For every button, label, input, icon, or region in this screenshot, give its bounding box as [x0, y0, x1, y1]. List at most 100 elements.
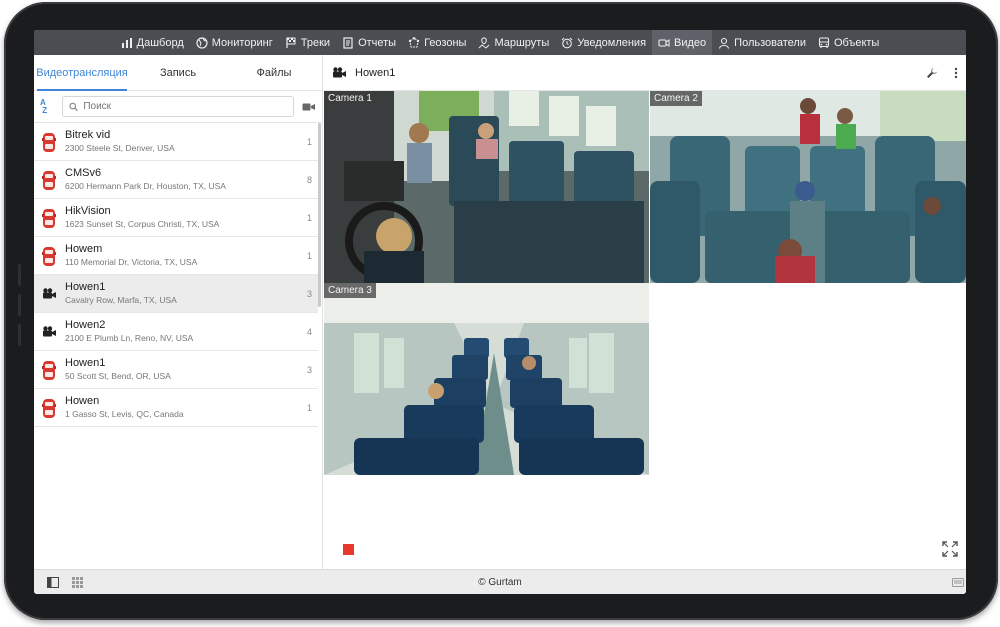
nav-label: Уведомления: [577, 36, 647, 49]
video-icon: [658, 38, 670, 47]
wrench-icon[interactable]: [926, 67, 938, 79]
nav-label: Маршруты: [494, 36, 550, 49]
unit-text: HikVision 1623 Sunset St, Corpus Christi,…: [65, 205, 307, 230]
unit-name: Bitrek vid: [65, 129, 111, 141]
video-camera-icon: [40, 282, 58, 306]
camera-2-label: Camera 2: [650, 91, 702, 106]
unit-camera-count: 4: [306, 326, 312, 337]
record-button[interactable]: [343, 544, 354, 555]
nav-dashboard[interactable]: Дашборд: [115, 30, 190, 55]
nav-label: Видео: [674, 36, 707, 49]
unit-text: Howem 110 Memorial Dr, Victoria, TX, USA: [65, 243, 307, 268]
unit-text: Howen2 2100 E Plumb Ln, Reno, NV, USA: [65, 319, 307, 344]
unit-address: 1623 Sunset St, Corpus Christi, TX, USA: [65, 219, 220, 229]
unit-row[interactable]: Howen2 2100 E Plumb Ln, Reno, NV, USA 4: [34, 313, 318, 351]
unit-text: Howen1 Cavalry Row, Marfa, TX, USA: [65, 281, 307, 306]
nav-label: Дашборд: [136, 36, 184, 49]
document-icon: [343, 36, 353, 49]
camera-3-feed[interactable]: Camera 3: [324, 283, 649, 475]
bus-icon: [818, 36, 830, 48]
selected-unit-title: Howen1: [355, 66, 396, 79]
keyboard-icon[interactable]: [952, 577, 964, 588]
app-screen: Дашборд Мониторинг Треки Отчеты Геозоны …: [34, 30, 966, 594]
flag-icon: [286, 37, 296, 48]
search-box[interactable]: [62, 96, 294, 117]
unit-name: Howen: [65, 395, 100, 407]
unit-row[interactable]: Bitrek vid 2300 Steele St, Denver, USA 1: [34, 123, 318, 161]
nav-label: Пользователи: [734, 36, 806, 49]
unit-camera-count: 1: [306, 402, 312, 413]
unit-camera-count: 3: [306, 364, 312, 375]
list-scrollbar[interactable]: [318, 123, 321, 307]
nav-label: Объекты: [833, 36, 880, 49]
fullscreen-icon[interactable]: [942, 541, 958, 557]
video-panel: Howen1 Camera 1 Camera 2 Camera 3: [324, 55, 966, 569]
user-icon: [719, 37, 730, 49]
nav-units[interactable]: Объекты: [812, 30, 885, 55]
red-car-icon: [40, 358, 58, 382]
camera-1-label: Camera 1: [324, 91, 376, 106]
tablet-side-button: [18, 264, 21, 286]
camera-2-image: [650, 91, 966, 283]
camera-2-feed[interactable]: Camera 2: [650, 91, 966, 283]
video-camera-filter-icon[interactable]: [302, 102, 316, 112]
unit-address: 6200 Hermann Park Dr, Houston, TX, USA: [65, 181, 226, 191]
nav-video[interactable]: Видео: [652, 30, 713, 55]
unit-text: Howen 1 Gasso St, Levis, QC, Canada: [65, 395, 307, 420]
unit-row[interactable]: HikVision 1623 Sunset St, Corpus Christi,…: [34, 199, 318, 237]
nav-label: Геозоны: [424, 36, 467, 49]
tab-files[interactable]: Файлы: [226, 55, 322, 90]
unit-name: Howen1: [65, 281, 106, 293]
unit-row[interactable]: Howem 110 Memorial Dr, Victoria, TX, USA 1: [34, 237, 318, 275]
tablet-side-button: [18, 324, 21, 346]
unit-text: CMSv6 6200 Hermann Park Dr, Houston, TX, …: [65, 167, 307, 192]
search-row: A Z: [34, 91, 322, 123]
tab-recording[interactable]: Запись: [130, 55, 226, 90]
search-input[interactable]: [83, 101, 287, 112]
unit-name: HikVision: [65, 205, 111, 217]
unit-camera-count: 3: [306, 288, 312, 299]
nav-notifications[interactable]: Уведомления: [555, 30, 652, 55]
unit-camera-count: 1: [306, 250, 312, 261]
tablet-side-button: [18, 294, 21, 316]
unit-row[interactable]: CMSv6 6200 Hermann Park Dr, Houston, TX, …: [34, 161, 318, 199]
panel-tabs: Видеотрансляция Запись Файлы: [34, 55, 322, 91]
geofence-icon: [408, 36, 420, 47]
unit-name: CMSv6: [65, 167, 102, 179]
tab-live-stream[interactable]: Видеотрансляция: [34, 55, 130, 91]
nav-tracks[interactable]: Треки: [279, 30, 336, 55]
unit-row[interactable]: Howen1 Cavalry Row, Marfa, TX, USA 3: [34, 275, 318, 313]
camera-1-feed[interactable]: Camera 1: [324, 91, 649, 283]
top-navigation: Дашборд Мониторинг Треки Отчеты Геозоны …: [34, 30, 966, 55]
unit-name: Howen1: [65, 357, 106, 369]
unit-row[interactable]: Howen 1 Gasso St, Levis, QC, Canada 1: [34, 389, 318, 427]
unit-name: Howem: [65, 243, 103, 255]
bottom-bar: © Gurtam: [34, 569, 966, 594]
unit-address: 110 Memorial Dr, Victoria, TX, USA: [65, 257, 198, 267]
unit-camera-count: 1: [306, 136, 312, 147]
video-camera-icon: [333, 67, 346, 78]
nav-reports[interactable]: Отчеты: [336, 30, 402, 55]
sort-az-icon[interactable]: A Z: [40, 98, 54, 115]
more-menu-icon[interactable]: [954, 67, 958, 79]
nav-label: Треки: [300, 36, 331, 49]
unit-address: 2300 Steele St, Denver, USA: [65, 143, 175, 153]
nav-label: Отчеты: [358, 36, 397, 49]
red-car-icon: [40, 130, 58, 154]
nav-routes[interactable]: Маршруты: [472, 30, 555, 55]
camera-3-label: Camera 3: [324, 283, 376, 298]
copyright-text: © Gurtam: [478, 576, 522, 588]
camera-3-image: [324, 283, 649, 475]
unit-text: Bitrek vid 2300 Steele St, Denver, USA: [65, 129, 307, 154]
red-car-icon: [40, 168, 58, 192]
nav-geofences[interactable]: Геозоны: [402, 30, 472, 55]
camera-1-image: [324, 91, 649, 283]
unit-row[interactable]: Howen1 50 Scott St, Bend, OR, USA 3: [34, 351, 318, 389]
unit-list-panel: Видеотрансляция Запись Файлы A Z Bitrek …: [34, 55, 323, 569]
nav-users[interactable]: Пользователи: [712, 30, 812, 55]
unit-text: Howen1 50 Scott St, Bend, OR, USA: [65, 357, 307, 382]
unit-address: 2100 E Plumb Ln, Reno, NV, USA: [65, 333, 194, 343]
unit-name: Howen2: [65, 319, 106, 331]
red-car-icon: [40, 206, 58, 230]
nav-monitoring[interactable]: Мониторинг: [190, 30, 279, 55]
